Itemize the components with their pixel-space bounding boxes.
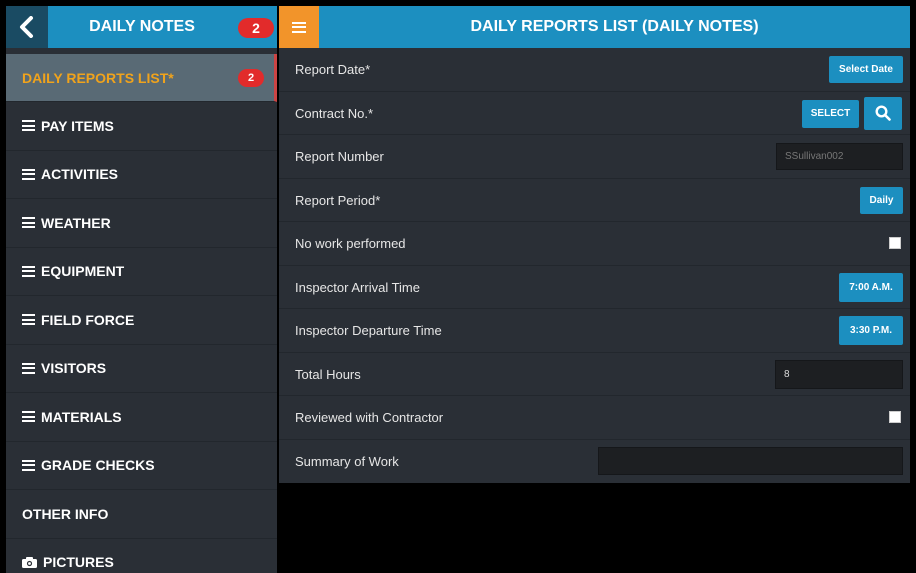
list-icon [22,362,35,374]
daily-reports-badge: 2 [238,69,264,87]
sidebar-item-label: FIELD FORCE [41,311,135,328]
list-icon [22,314,35,326]
total-hours-field[interactable]: 8 [775,359,903,389]
sidebar-item-other-info[interactable]: OTHER INFO [6,490,277,539]
reviewed-label: Reviewed with Contractor [295,410,444,425]
sidebar-item-equipment[interactable]: EQUIPMENT [6,248,277,296]
sidebar-item-label: GRADE CHECKS [41,457,155,474]
app-frame: DAILY NOTES 2 DAILY REPORTS LIST* 2 PAY … [0,0,916,573]
arrival-row: Inspector Arrival Time 7:00 A.M. [279,266,910,309]
sidebar-item-label: MATERIALS [41,408,122,425]
back-button[interactable] [6,6,48,48]
contract-no-label: Contract No.* [295,105,374,121]
sidebar-item-pictures[interactable]: PICTURES [6,539,277,573]
page-title: DAILY REPORTS LIST (DAILY NOTES) [470,18,759,35]
contract-no-row: Contract No.* SELECT [279,92,910,135]
list-icon [22,265,35,277]
summary-of-work-field[interactable] [598,446,903,475]
arrival-time-button[interactable]: 7:00 A.M. [839,272,903,302]
menu-button[interactable] [279,6,319,48]
sidebar-header: DAILY NOTES 2 [6,6,277,48]
notification-badge: 2 [238,18,274,38]
sidebar-nav: DAILY REPORTS LIST* 2 PAY ITEMS ACTIVITI… [6,54,277,573]
sidebar-item-pay-items[interactable]: PAY ITEMS [6,102,277,151]
sidebar-title: DAILY NOTES [89,18,195,35]
sidebar-item-label: OTHER INFO [22,505,109,522]
departure-row: Inspector Departure Time 3:30 P.M. [279,309,910,353]
report-date-label: Report Date* [295,62,371,77]
hamburger-menu-icon [292,21,306,33]
no-work-label: No work performed [295,236,406,251]
arrival-time-label: Inspector Arrival Time [295,279,420,295]
search-icon [875,105,891,121]
report-number-field[interactable]: SSullivan002 [776,143,903,170]
total-hours-label: Total Hours [295,366,361,382]
sidebar-item-label: DAILY REPORTS LIST* [22,69,174,86]
no-work-row: No work performed [279,222,910,266]
daily-report-form: Report Date* Select Date Contract No.* S… [279,48,910,483]
report-period-row: Report Period* Daily [279,179,910,222]
summary-row: Summary of Work [279,440,910,484]
departure-time-label: Inspector Departure Time [295,323,442,338]
sidebar: DAILY NOTES 2 DAILY REPORTS LIST* 2 PAY … [6,6,277,573]
report-number-label: Report Number [295,149,384,164]
select-date-button[interactable]: Select Date [829,56,903,83]
sidebar-item-daily-reports-list[interactable]: DAILY REPORTS LIST* 2 [6,54,277,102]
sidebar-item-label: VISITORS [41,360,107,377]
camera-icon [22,556,37,568]
sidebar-item-label: WEATHER [41,214,111,231]
list-icon [22,217,35,229]
list-icon [22,120,35,132]
report-period-label: Report Period* [295,192,381,208]
list-icon [22,459,35,471]
reviewed-checkbox[interactable] [889,411,901,423]
sidebar-item-visitors[interactable]: VISITORS [6,345,277,393]
sidebar-item-label: PICTURES [43,554,114,571]
sidebar-item-grade-checks[interactable]: GRADE CHECKS [6,442,277,490]
reviewed-row: Reviewed with Contractor [279,396,910,440]
sidebar-item-weather[interactable]: WEATHER [6,199,277,248]
report-period-button[interactable]: Daily [860,186,903,214]
list-icon [22,168,35,180]
sidebar-item-activities[interactable]: ACTIVITIES [6,151,277,199]
departure-time-button[interactable]: 3:30 P.M. [839,316,903,345]
select-contract-button[interactable]: SELECT [802,99,859,128]
report-date-row: Report Date* Select Date [279,48,910,92]
report-number-row: Report Number SSullivan002 [279,135,910,179]
no-work-checkbox[interactable] [889,237,901,249]
sidebar-item-label: ACTIVITIES [41,166,119,183]
search-contract-button[interactable] [864,96,902,130]
summary-label: Summary of Work [295,453,399,469]
chevron-left-icon [20,16,33,38]
total-hours-row: Total Hours 8 [279,353,910,396]
sidebar-item-label: EQUIPMENT [41,263,125,280]
main-header: DAILY REPORTS LIST (DAILY NOTES) [279,6,910,48]
list-icon [22,411,35,423]
sidebar-item-materials[interactable]: MATERIALS [6,393,277,442]
sidebar-item-label: PAY ITEMS [41,117,114,134]
sidebar-item-field-force[interactable]: FIELD FORCE [6,296,277,345]
